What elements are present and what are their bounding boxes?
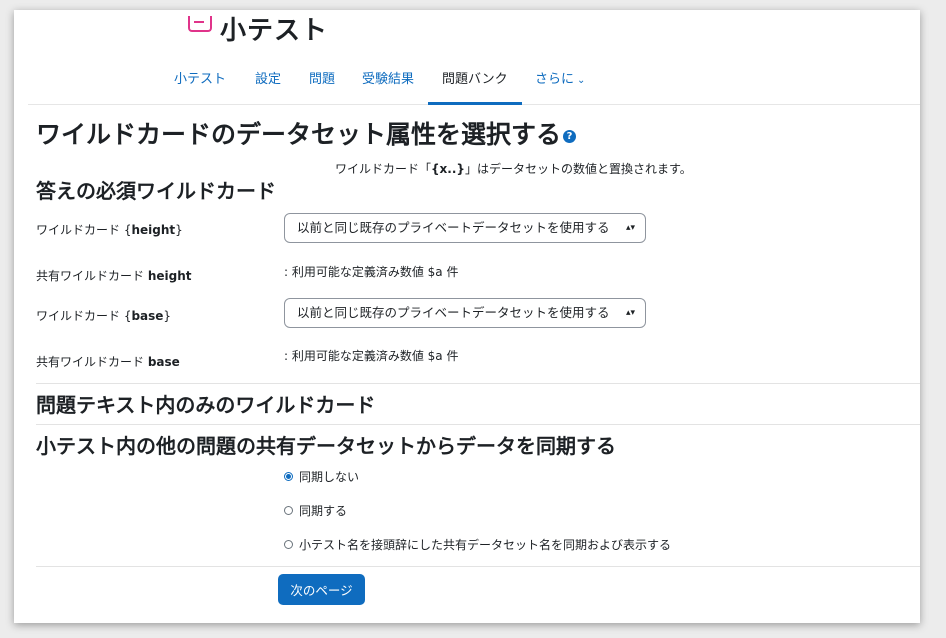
tab-question-bank[interactable]: 問題バンク [428, 68, 522, 105]
radio-button[interactable] [284, 540, 293, 549]
radio-button[interactable] [284, 506, 293, 515]
text-only-wildcards-heading[interactable]: 問題テキスト内のみのワイルドカード [36, 391, 375, 419]
wildcard-height-label: ワイルドカード {height} [36, 221, 183, 238]
next-page-button[interactable]: 次のページ [278, 574, 365, 605]
label-suffix: } [175, 223, 183, 237]
shared-wildcard-height-value: : 利用可能な定義済み数値 $a 件 [284, 265, 459, 279]
wildcard-height-select[interactable]: 以前と同じ既存のプライベートデータセットを使用する ▴▾ [284, 213, 646, 243]
label-var: height [131, 223, 176, 237]
label-prefix: 共有ワイルドカード [36, 355, 148, 369]
radio-label: 小テスト名を接頭辞にした共有データセット名を同期および表示する [299, 538, 672, 552]
tab-more-label: さらに [535, 72, 575, 87]
select-value: 以前と同じ既存のプライベートデータセットを使用する [297, 305, 610, 320]
chevron-down-icon: ⌄ [577, 75, 586, 86]
page-heading-text: ワイルドカードのデータセット属性を選択する [36, 120, 562, 149]
label-var: base [131, 309, 164, 323]
radio-label: 同期しない [299, 470, 360, 484]
section-divider [36, 424, 920, 425]
radio-label: 同期する [299, 504, 348, 518]
radio-sync[interactable]: 同期する [284, 502, 347, 519]
section-divider [36, 383, 920, 384]
shared-wildcard-height-label: 共有ワイルドカード height [36, 267, 192, 284]
wildcard-base-select[interactable]: 以前と同じ既存のプライベートデータセットを使用する ▴▾ [284, 298, 646, 328]
radio-sync-and-display[interactable]: 小テスト名を接頭辞にした共有データセット名を同期および表示する [284, 536, 671, 553]
quiz-title: 小テスト [220, 16, 329, 46]
secondary-navigation: 小テスト 設定 問題 受験結果 問題バンク さらに ⌄ [28, 68, 920, 105]
note-suffix: 」はデータセットの数値と置換されます。 [464, 162, 692, 176]
select-caret-icon: ▴▾ [625, 223, 635, 233]
label-var: height [147, 269, 192, 283]
select-value: 以前と同じ既存のプライベートデータセットを使用する [297, 220, 610, 235]
page-heading: ワイルドカードのデータセット属性を選択する? [36, 117, 577, 153]
select-caret-icon: ▴▾ [625, 308, 635, 318]
sync-section-heading: 小テスト内の他の問題の共有データセットからデータを同期する [36, 434, 616, 458]
tab-questions[interactable]: 問題 [309, 68, 335, 104]
label-var: base [147, 355, 180, 369]
help-icon[interactable]: ? [563, 129, 577, 143]
quiz-icon [188, 16, 212, 32]
page-frame: 小テスト 小テスト 設定 問題 受験結果 問題バンク さらに ⌄ ワイルドカードの… [14, 10, 920, 623]
section-divider [36, 566, 920, 567]
label-prefix: 共有ワイルドカード [36, 269, 148, 283]
tab-settings[interactable]: 設定 [255, 68, 281, 104]
wildcard-note: ワイルドカード「{x..}」はデータセットの数値と置換されます。 [335, 160, 692, 177]
radio-no-sync[interactable]: 同期しない [284, 468, 359, 485]
note-prefix: ワイルドカード「 [335, 162, 432, 176]
radio-button[interactable] [284, 472, 293, 481]
required-wildcards-heading: 答えの必須ワイルドカード [36, 179, 276, 203]
label-prefix: ワイルドカード { [36, 223, 132, 237]
note-token: {x..} [431, 162, 465, 176]
wildcard-base-label: ワイルドカード {base} [36, 307, 171, 324]
tab-results[interactable]: 受験結果 [362, 68, 414, 104]
shared-wildcard-base-label: 共有ワイルドカード base [36, 353, 180, 370]
label-prefix: ワイルドカード { [36, 309, 132, 323]
tab-more[interactable]: さらに ⌄ [535, 68, 585, 104]
label-suffix: } [163, 309, 172, 323]
tab-quiz[interactable]: 小テスト [174, 68, 226, 104]
shared-wildcard-base-value: : 利用可能な定義済み数値 $a 件 [284, 349, 459, 363]
